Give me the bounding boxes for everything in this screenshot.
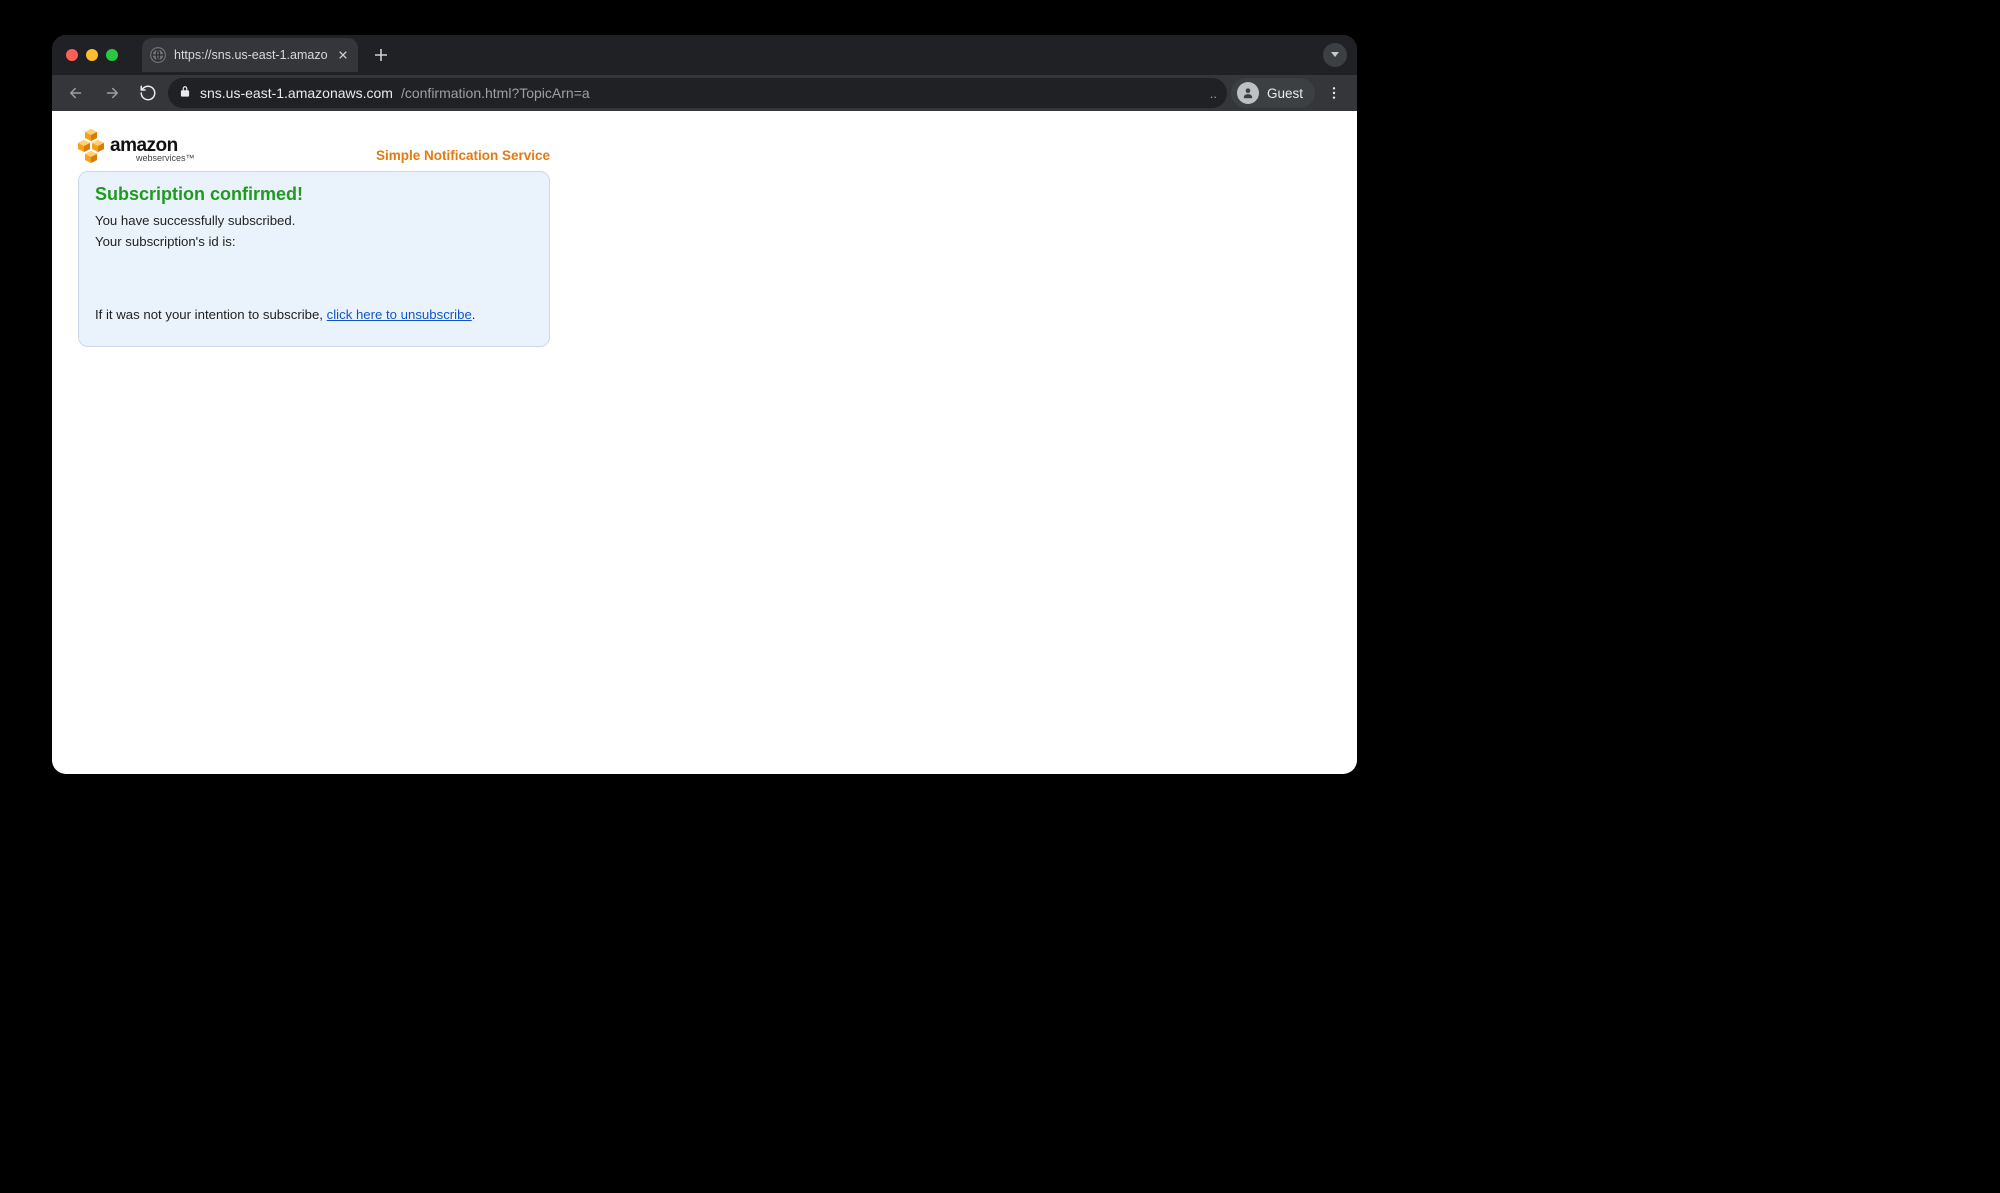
close-tab-button[interactable] [336, 48, 350, 62]
address-bar[interactable]: sns.us-east-1.amazonaws.com/confirmation… [168, 78, 1227, 108]
page-header: amazon webservices™ Simple Notification … [78, 129, 550, 163]
profile-label: Guest [1267, 86, 1303, 101]
address-path: /confirmation.html?TopicArn=a [401, 85, 590, 101]
browser-menu-button[interactable] [1319, 78, 1349, 108]
unsubscribe-prefix: If it was not your intention to subscrib… [95, 307, 327, 322]
tab-bar: https://sns.us-east-1.amazona [52, 35, 1357, 75]
window-maximize-button[interactable] [106, 49, 118, 61]
unsubscribe-line: If it was not your intention to subscrib… [95, 307, 533, 322]
address-host: sns.us-east-1.amazonaws.com [200, 85, 393, 101]
browser-window: https://sns.us-east-1.amazona [52, 35, 1357, 774]
lock-icon [178, 85, 192, 102]
browser-tab[interactable]: https://sns.us-east-1.amazona [142, 38, 358, 72]
window-close-button[interactable] [66, 49, 78, 61]
tab-title: https://sns.us-east-1.amazona [174, 48, 328, 62]
globe-icon [150, 47, 166, 63]
unsubscribe-link[interactable]: click here to unsubscribe [327, 307, 472, 322]
confirmation-line-1: You have successfully subscribed. [95, 213, 533, 228]
aws-logo-text: amazon webservices™ [110, 136, 195, 163]
forward-button[interactable] [96, 77, 128, 109]
aws-logo: amazon webservices™ [78, 129, 195, 163]
service-name: Simple Notification Service [376, 148, 550, 163]
profile-chip[interactable]: Guest [1231, 78, 1315, 108]
avatar-icon [1237, 82, 1259, 104]
address-overflow: .. [1210, 86, 1217, 101]
confirmation-card: Subscription confirmed! You have success… [78, 171, 550, 347]
confirmation-line-2: Your subscription's id is: [95, 234, 533, 249]
aws-cubes-icon [78, 129, 104, 163]
toolbar: sns.us-east-1.amazonaws.com/confirmation… [52, 75, 1357, 111]
reload-button[interactable] [132, 77, 164, 109]
window-minimize-button[interactable] [86, 49, 98, 61]
window-controls [66, 49, 118, 61]
page-content: amazon webservices™ Simple Notification … [52, 111, 1357, 365]
page-viewport: amazon webservices™ Simple Notification … [52, 111, 1357, 774]
tab-search-button[interactable] [1323, 43, 1347, 67]
back-button[interactable] [60, 77, 92, 109]
new-tab-button[interactable] [368, 42, 394, 68]
unsubscribe-suffix: . [472, 307, 476, 322]
subscription-id-space [95, 255, 533, 301]
confirmation-title: Subscription confirmed! [95, 184, 533, 205]
